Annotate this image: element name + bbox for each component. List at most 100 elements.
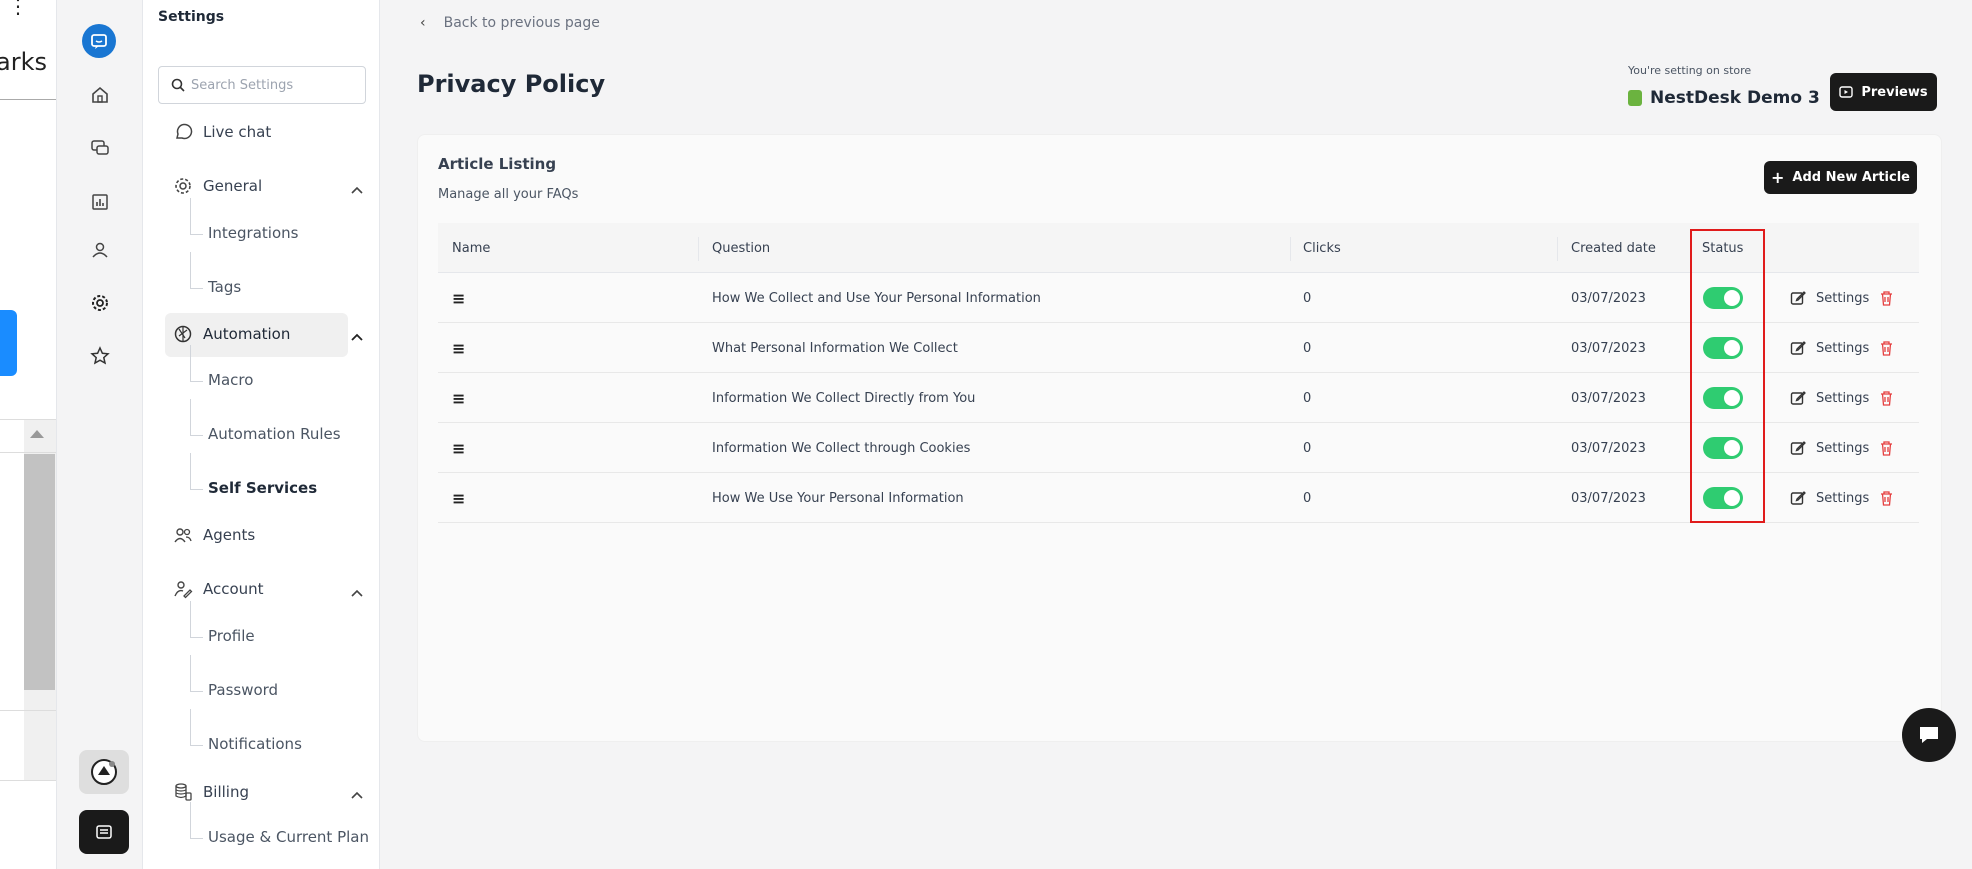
drag-handle-icon[interactable]: ≡ [452,273,465,323]
store-name: NestDesk Demo 3 [1650,88,1820,108]
card-subtitle: Manage all your FAQs [438,187,579,202]
settings-link[interactable]: Settings [1816,441,1869,456]
row-actions: Settings [1790,373,1894,423]
plus-icon: + [1771,168,1785,187]
settings-link[interactable]: Settings [1816,491,1869,506]
settings-link[interactable]: Settings [1816,391,1869,406]
sidebar-item-label: Automation [203,325,291,343]
search-settings[interactable] [158,66,366,104]
chat-widget-toggle-icon[interactable] [79,810,129,854]
settings-gear-icon[interactable] [86,289,114,317]
row-clicks: 0 [1303,390,1312,406]
divider [0,99,56,100]
edit-icon[interactable] [1790,390,1806,406]
background-app-panel: ⋮ arks [0,0,57,869]
sidebar-subitem-tags[interactable]: Tags [189,252,241,296]
row-created: 03/07/2023 [1571,440,1646,456]
col-question: Question [712,240,771,256]
trash-icon[interactable] [1879,440,1894,456]
more-dots-icon[interactable]: ⋮ [8,0,28,18]
chevron-up-icon[interactable] [350,183,364,197]
search-input[interactable] [191,77,351,93]
sidebar-subitem-usage[interactable]: Usage & Current Plan [190,802,369,846]
settings-sidebar: Settings Live chat General Integrations … [143,0,380,869]
edit-icon[interactable] [1790,440,1806,456]
trash-icon[interactable] [1879,290,1894,306]
drag-handle-icon[interactable]: ≡ [452,423,465,473]
conversations-icon[interactable] [86,134,114,162]
edit-icon[interactable] [1790,340,1806,356]
sidebar-subitem-password[interactable]: Password [189,655,278,699]
row-clicks: 0 [1303,490,1312,506]
add-new-article-button[interactable]: + Add New Article [1764,161,1917,194]
drag-handle-icon[interactable]: ≡ [452,473,465,523]
trash-icon[interactable] [1879,390,1894,406]
sidebar-title: Settings [158,9,225,25]
row-actions: Settings [1790,473,1894,523]
scroll-up-arrow-icon[interactable] [30,430,44,438]
sidebar-item-billing[interactable]: Billing [173,782,249,802]
settings-link[interactable]: Settings [1816,341,1869,356]
sidebar-item-label: Billing [203,783,249,801]
scrollbar-thumb[interactable] [24,454,55,690]
sidebar-item-general[interactable]: General [173,176,262,196]
sidebar-subitem-automation-rules[interactable]: Automation Rules [190,399,341,443]
sidebar-subitem-self-services[interactable]: Self Services [189,453,317,497]
row-actions: Settings [1790,423,1894,473]
trash-icon[interactable] [1879,340,1894,356]
sidebar-item-label: General [203,177,263,195]
app-logo-icon[interactable] [82,24,116,58]
sidebar-subitem-integrations[interactable]: Integrations [189,198,298,242]
back-label: Back to previous page [443,15,600,31]
divider [0,780,56,781]
edit-icon[interactable] [1790,490,1806,506]
trash-icon[interactable] [1879,490,1894,506]
sidebar-item-automation[interactable]: Automation [173,324,290,344]
row-clicks: 0 [1303,290,1312,306]
sidebar-item-label: Agents [203,526,256,544]
row-clicks: 0 [1303,440,1312,456]
chevron-up-icon[interactable] [350,586,364,600]
aperture-icon [174,325,192,343]
reports-icon[interactable] [86,188,114,216]
chevron-up-icon[interactable] [350,788,364,802]
drag-handle-icon[interactable]: ≡ [452,323,465,373]
store-selector[interactable]: NestDesk Demo 3 [1628,88,1820,108]
partial-text: arks [0,48,47,76]
shopify-icon [1628,90,1642,106]
divider [698,237,699,261]
home-icon[interactable] [86,81,114,109]
add-article-label: Add New Article [1792,170,1910,185]
drag-handle-icon[interactable]: ≡ [452,373,465,423]
row-actions: Settings [1790,323,1894,373]
icon-rail [57,0,143,869]
help-center-icon[interactable] [79,750,129,794]
previews-label: Previews [1861,84,1928,100]
sidebar-item-live-chat[interactable]: Live chat [173,122,271,142]
sidebar-subitem-macro[interactable]: Macro [189,345,253,389]
sidebar-subitem-profile[interactable]: Profile [190,601,255,645]
row-created: 03/07/2023 [1571,290,1646,306]
row-created: 03/07/2023 [1571,340,1646,356]
edit-icon[interactable] [1790,290,1806,306]
blue-button-partial[interactable] [0,310,17,376]
row-created: 03/07/2023 [1571,490,1646,506]
back-link[interactable]: ‹ Back to previous page [420,15,600,31]
sidebar-subitem-notifications[interactable]: Notifications [190,709,302,753]
divider [0,452,56,453]
status-column-highlight [1690,229,1765,523]
star-icon[interactable] [86,342,114,370]
sidebar-item-agents[interactable]: Agents [173,525,255,545]
divider [0,710,56,711]
chevron-left-icon: ‹ [420,15,426,31]
page-title: Privacy Policy [417,70,606,98]
chevron-up-icon[interactable] [350,330,364,344]
row-question: How We Collect and Use Your Personal Inf… [712,290,1041,306]
row-created: 03/07/2023 [1571,390,1646,406]
sidebar-item-account[interactable]: Account [173,579,264,599]
previews-button[interactable]: Previews [1830,73,1937,111]
live-chat-launcher-icon[interactable] [1902,708,1956,762]
settings-link[interactable]: Settings [1816,291,1869,306]
divider [1290,237,1291,261]
contacts-icon[interactable] [86,236,114,264]
